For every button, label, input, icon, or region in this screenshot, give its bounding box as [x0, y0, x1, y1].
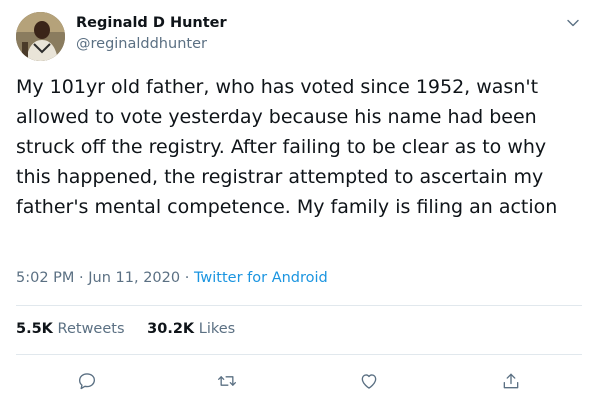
tweet-meta: 5:02 PM · Jun 11, 2020 · Twitter for And… — [16, 270, 328, 286]
avatar[interactable] — [16, 12, 65, 61]
likes-stat[interactable]: 30.2K Likes — [147, 321, 235, 337]
tweet-text: My 101yr old father, who has voted since… — [16, 76, 558, 218]
reply-icon[interactable] — [72, 366, 102, 396]
meta-separator: · — [79, 270, 84, 286]
tweet-date[interactable]: Jun 11, 2020 — [88, 270, 180, 286]
divider — [16, 305, 582, 306]
avatar-image — [16, 12, 65, 61]
share-icon[interactable] — [496, 366, 526, 396]
tweet-stats: 5.5K Retweets 30.2K Likes — [16, 321, 253, 337]
chevron-down-icon[interactable] — [562, 12, 584, 34]
retweets-label: Retweets — [57, 321, 125, 337]
likes-count: 30.2K — [147, 321, 195, 337]
user-handle[interactable]: @reginalddhunter — [76, 36, 207, 52]
tweet-source-link[interactable]: Twitter for Android — [194, 270, 328, 286]
tweet-card: Reginald D Hunter @reginalddhunter My 10… — [0, 0, 598, 404]
display-name[interactable]: Reginald D Hunter — [76, 15, 227, 31]
retweets-stat[interactable]: 5.5K Retweets — [16, 321, 129, 337]
heart-icon[interactable] — [354, 366, 384, 396]
action-bar — [0, 366, 598, 396]
retweets-count: 5.5K — [16, 321, 53, 337]
divider — [16, 354, 582, 355]
meta-separator: · — [184, 270, 190, 286]
likes-label: Likes — [198, 321, 236, 337]
tweet-time[interactable]: 5:02 PM — [16, 270, 74, 286]
retweet-icon[interactable] — [212, 366, 242, 396]
